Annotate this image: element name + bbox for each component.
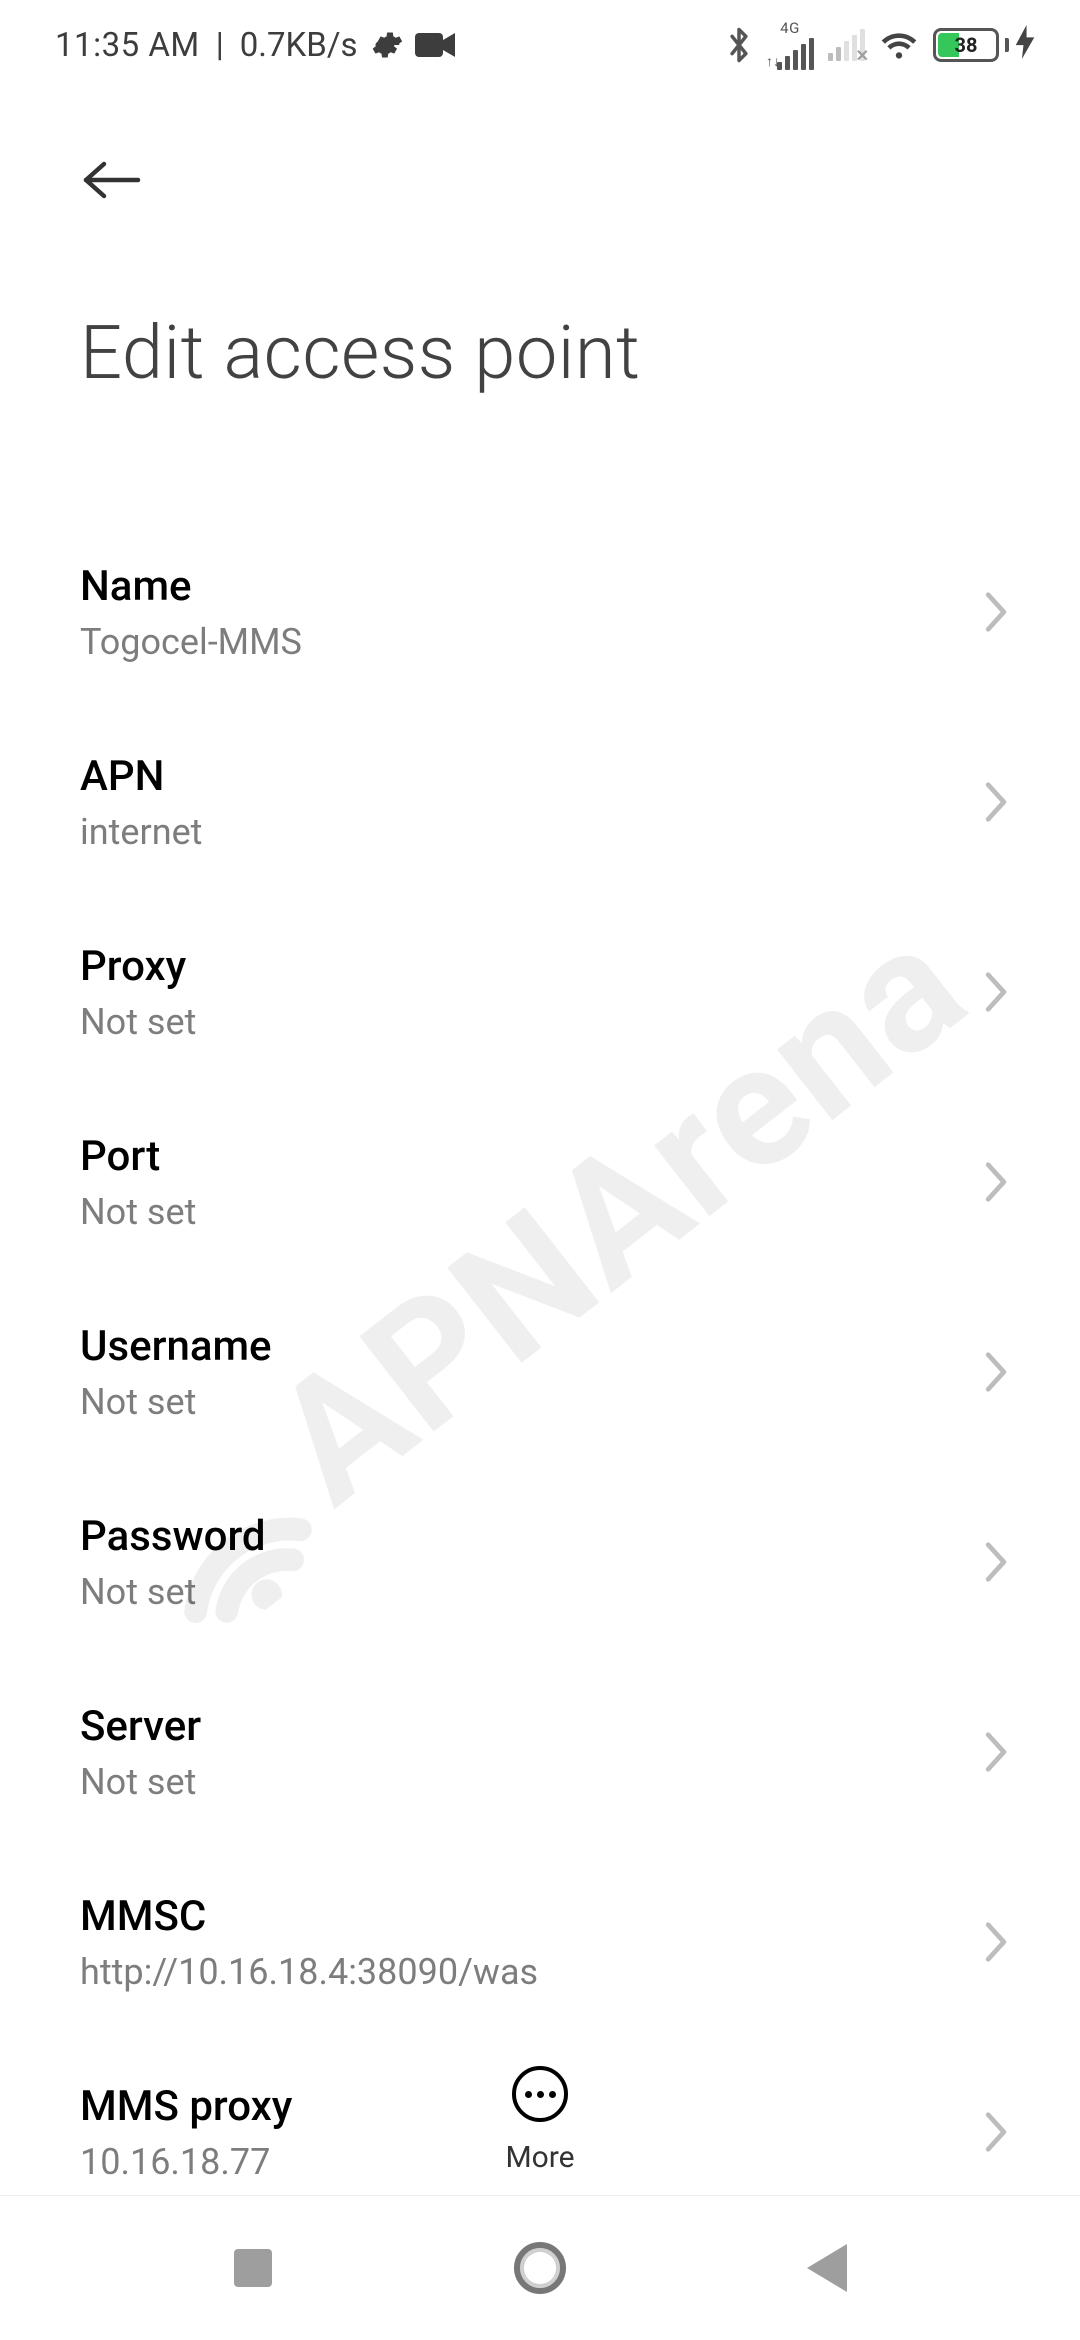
more-button[interactable] (512, 2066, 568, 2122)
row-proxy[interactable]: Proxy Not set (0, 897, 1080, 1087)
bottom-action-bar: More (0, 2066, 1080, 2175)
navigation-bar (0, 2195, 1080, 2340)
wifi-icon (879, 29, 919, 61)
row-label: Password (80, 1512, 266, 1561)
header: Edit access point (0, 90, 1080, 397)
row-label: Username (80, 1322, 272, 1371)
row-mmsc[interactable]: MMSC http://10.16.18.4:38090/was (0, 1847, 1080, 2037)
row-value: Not set (80, 1001, 196, 1043)
row-apn[interactable]: APN internet (0, 707, 1080, 897)
chevron-right-icon (982, 1350, 1010, 1394)
chevron-right-icon (982, 1160, 1010, 1204)
row-value: Not set (80, 1761, 201, 1803)
triangle-left-icon (807, 2244, 847, 2292)
status-time: 11:35 AM (55, 26, 200, 65)
row-value: Not set (80, 1191, 196, 1233)
gear-icon (369, 28, 403, 62)
row-value: Not set (80, 1381, 272, 1423)
signal-1: 4G ↑↓ (766, 21, 814, 70)
signal-bars-icon: ↑↓ (766, 38, 814, 70)
arrow-left-icon (80, 160, 144, 200)
apn-settings-list: Name Togocel-MMS APN internet Proxy Not … (0, 517, 1080, 2227)
status-data-rate: 0.7KB/s (240, 26, 358, 65)
status-bar: 11:35 AM | 0.7KB/s 4G ↑↓ ✕ (0, 0, 1080, 90)
nav-back-button[interactable] (799, 2240, 855, 2296)
circle-icon (514, 2242, 566, 2294)
back-button[interactable] (80, 145, 150, 215)
row-password[interactable]: Password Not set (0, 1467, 1080, 1657)
row-value: Not set (80, 1571, 266, 1613)
square-icon (234, 2249, 272, 2287)
row-label: Proxy (80, 942, 196, 991)
signal-1-tech: 4G (780, 21, 800, 36)
row-label: APN (80, 752, 202, 801)
row-label: Name (80, 562, 302, 611)
page-title: Edit access point (80, 310, 1000, 397)
row-username[interactable]: Username Not set (0, 1277, 1080, 1467)
camera-icon (415, 31, 455, 59)
signal-2: ✕ (828, 29, 865, 61)
no-signal-x-icon: ✕ (856, 46, 869, 65)
chevron-right-icon (982, 970, 1010, 1014)
row-value: Togocel-MMS (80, 621, 302, 663)
chevron-right-icon (982, 780, 1010, 824)
row-port[interactable]: Port Not set (0, 1087, 1080, 1277)
row-name[interactable]: Name Togocel-MMS (0, 517, 1080, 707)
bluetooth-icon (726, 26, 752, 64)
status-divider: | (212, 26, 228, 65)
chevron-right-icon (982, 590, 1010, 634)
more-label: More (505, 2140, 574, 2175)
chevron-right-icon (982, 1920, 1010, 1964)
chevron-right-icon (982, 1540, 1010, 1584)
row-server[interactable]: Server Not set (0, 1657, 1080, 1847)
row-label: MMSC (80, 1892, 538, 1941)
nav-recent-button[interactable] (225, 2240, 281, 2296)
chevron-right-icon (982, 1730, 1010, 1774)
row-label: Port (80, 1132, 196, 1181)
battery-percent: 38 (936, 33, 996, 57)
charging-bolt-icon (1015, 25, 1035, 66)
row-value: internet (80, 811, 202, 853)
nav-home-button[interactable] (512, 2240, 568, 2296)
row-value: http://10.16.18.4:38090/was (80, 1951, 538, 1993)
row-label: Server (80, 1702, 201, 1751)
battery-indicator: 38 (933, 25, 1035, 66)
